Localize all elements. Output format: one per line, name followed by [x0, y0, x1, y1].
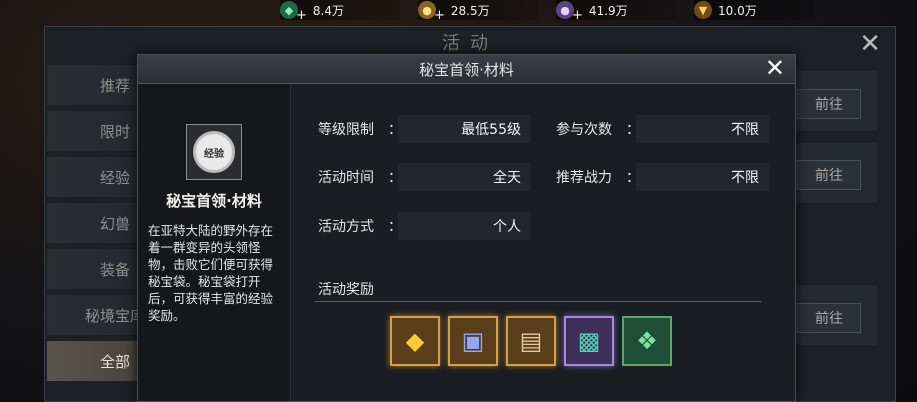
honor-badge-icon: ▼: [694, 1, 712, 19]
scroll-book-icon: ▤: [519, 327, 543, 355]
experience-icon: 经验: [186, 124, 242, 180]
field-label: 活动方式: [318, 219, 374, 235]
dark-chest-icon: ▩: [577, 327, 601, 355]
activity-detail-dialog: 秘宝首领·材料 ✕ 经验 秘宝首领·材料 在亚特大陆的野外存在着一群变异的头领怪…: [137, 54, 796, 402]
dialog-header: 秘宝首领·材料 ✕: [138, 54, 795, 84]
goto-button[interactable]: 前往: [797, 303, 861, 333]
field-label: 推荐战力: [556, 170, 612, 186]
reward-item[interactable]: ◆: [390, 316, 440, 366]
resource-green-gem[interactable]: ◆ + 8.4万: [280, 0, 400, 23]
resource-value: 8.4万: [312, 3, 344, 18]
activity-name: 秘宝首领·材料: [166, 192, 262, 210]
reward-item[interactable]: ❖: [622, 316, 672, 366]
activity-info-panel: 经验 秘宝首领·材料 在亚特大陆的野外存在着一群变异的头领怪物，击败它们便可获得…: [138, 84, 291, 401]
resource-purple-coin[interactable]: ● + 41.9万: [556, 0, 676, 23]
field-value: 个人: [398, 212, 531, 240]
close-icon[interactable]: ✕: [765, 54, 785, 82]
field-value: 全天: [398, 163, 531, 191]
gold-crystal-icon: ◆: [405, 327, 425, 355]
resource-gold-coin[interactable]: ● + 28.5万: [418, 0, 538, 23]
field-value: 最低55级: [398, 115, 531, 143]
field-value: 不限: [636, 163, 769, 191]
goto-button[interactable]: 前往: [797, 89, 861, 119]
field-level-limit: 等级限制 ： 最低55级: [318, 115, 531, 143]
plus-icon: +: [434, 7, 445, 23]
field-recommended-power: 推荐战力 ： 不限: [556, 163, 769, 191]
resource-value: 28.5万: [450, 3, 490, 18]
activity-window-title: 活动: [442, 33, 498, 54]
gem-chest-icon: ▣: [461, 327, 485, 355]
resource-bar: ◆ + 8.4万 ● + 28.5万 ● + 41.9万 ▼ 10.0万: [280, 0, 840, 23]
experience-icon-label: 经验: [193, 131, 235, 173]
resource-value: 10.0万: [718, 3, 757, 18]
field-participation-times: 参与次数 ： 不限: [556, 115, 769, 143]
field-label: 等级限制: [318, 122, 374, 138]
field-label: 活动时间: [318, 170, 374, 186]
reward-list: ◆ ▣ ▤ ▩ ❖: [390, 316, 672, 366]
field-activity-mode: 活动方式 ： 个人: [318, 212, 531, 240]
goto-button[interactable]: 前往: [797, 160, 861, 190]
resource-value: 41.9万: [588, 3, 628, 18]
plus-icon: +: [296, 7, 307, 23]
resource-honor-badge[interactable]: ▼ 10.0万: [694, 0, 814, 20]
activity-window-close-icon[interactable]: ✕: [859, 29, 881, 59]
plus-icon: +: [572, 7, 583, 23]
gift-box-egg-icon: ❖: [636, 327, 658, 355]
reward-divider: [315, 301, 761, 302]
field-activity-time: 活动时间 ： 全天: [318, 163, 531, 191]
reward-section-title: 活动奖励: [318, 282, 374, 298]
field-label: 参与次数: [556, 122, 612, 138]
reward-item[interactable]: ▣: [448, 316, 498, 366]
dialog-title: 秘宝首领·材料: [419, 61, 514, 79]
reward-item[interactable]: ▤: [506, 316, 556, 366]
field-value: 不限: [636, 115, 769, 143]
reward-item[interactable]: ▩: [564, 316, 614, 366]
activity-description: 在亚特大陆的野外存在着一群变异的头领怪物，击败它们便可获得秘宝袋。秘宝袋打开后，…: [148, 223, 274, 323]
